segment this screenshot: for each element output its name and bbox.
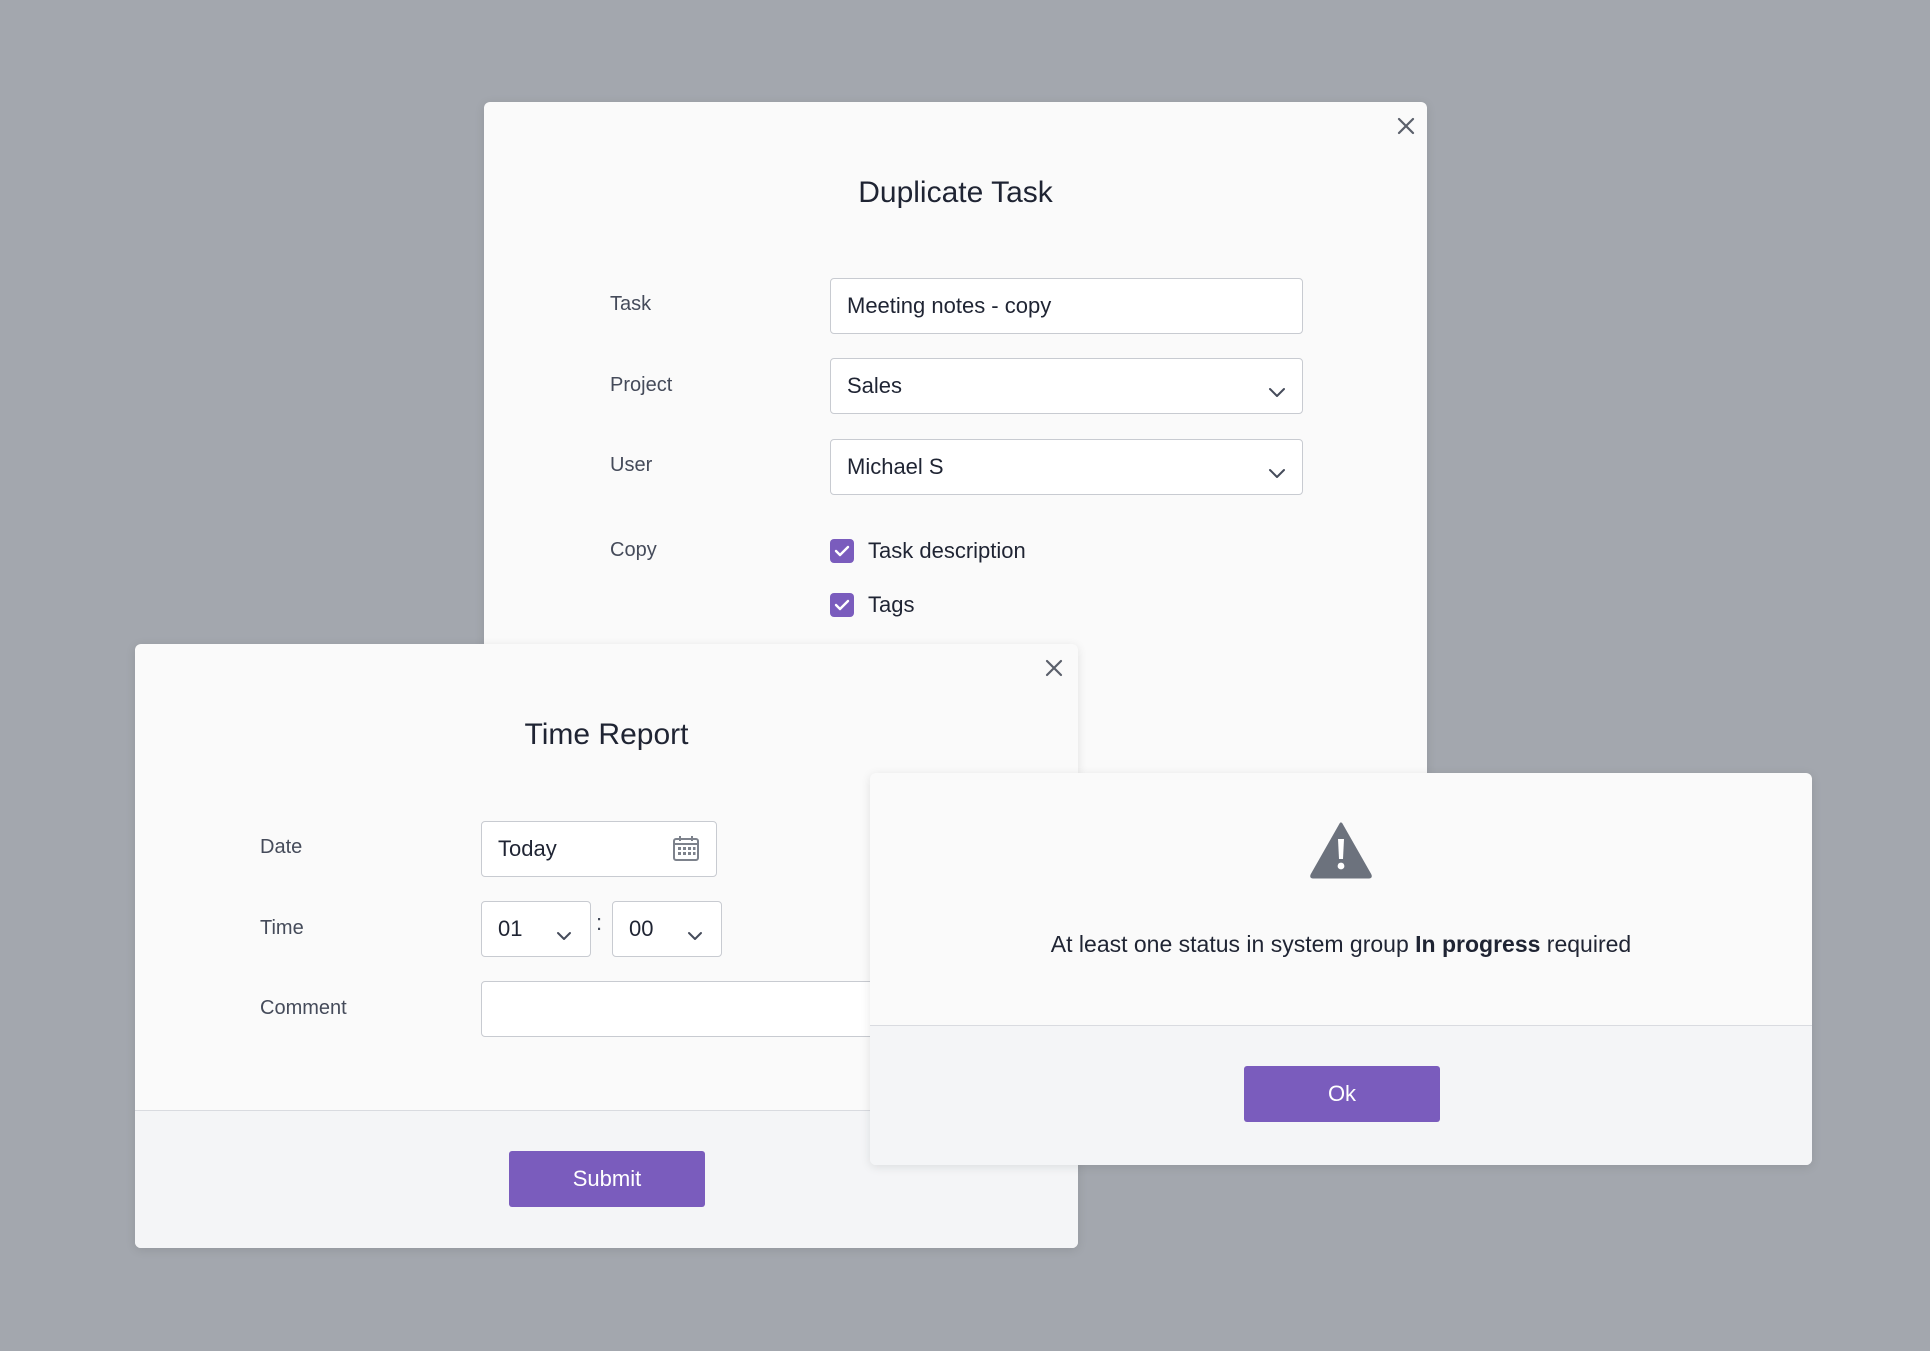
hours-value: 01 [498, 916, 523, 941]
user-select[interactable]: Michael S [830, 439, 1303, 495]
user-label: User [610, 454, 653, 476]
alert-message: At least one status in system group In p… [870, 931, 1812, 958]
tags-checkbox[interactable] [830, 593, 854, 617]
project-value: Sales [847, 373, 903, 398]
alert-message-suffix: required [1540, 931, 1632, 957]
task-description-checkbox[interactable] [830, 539, 854, 563]
chevron-down-icon [1268, 379, 1286, 405]
tags-label: Tags [868, 592, 915, 617]
date-input[interactable]: Today [481, 821, 717, 877]
warning-icon [1309, 821, 1373, 884]
task-name-value: Meeting notes - copy [847, 293, 1052, 318]
ok-button[interactable]: Ok [1244, 1066, 1440, 1122]
submit-button[interactable]: Submit [509, 1151, 705, 1207]
close-icon[interactable] [1394, 114, 1418, 138]
project-label: Project [610, 374, 673, 396]
chevron-down-icon [687, 922, 703, 948]
chevron-down-icon [1268, 460, 1286, 486]
dialog-title: Duplicate Task [858, 176, 1053, 209]
alert-dialog: At least one status in system group In p… [870, 773, 1812, 1165]
time-separator: : [596, 910, 603, 935]
task-label: Task [610, 293, 652, 315]
dialog-footer: Ok [870, 1025, 1812, 1165]
calendar-icon[interactable] [672, 834, 700, 868]
chevron-down-icon [556, 922, 572, 948]
alert-message-prefix: At least one status in system group [1050, 931, 1416, 957]
comment-label: Comment [260, 997, 347, 1019]
dialog-title: Time Report [524, 718, 689, 751]
copy-label: Copy [610, 539, 657, 561]
user-value: Michael S [847, 454, 944, 479]
project-select[interactable]: Sales [830, 358, 1303, 414]
alert-message-status: In progress [1415, 931, 1541, 957]
date-value: Today [498, 836, 557, 861]
hours-select[interactable]: 01 [481, 901, 591, 957]
minutes-select[interactable]: 00 [612, 901, 722, 957]
task-description-label: Task description [868, 538, 1026, 563]
date-label: Date [260, 836, 303, 858]
close-icon[interactable] [1042, 656, 1066, 680]
task-name-input[interactable]: Meeting notes - copy [830, 278, 1303, 334]
minutes-value: 00 [629, 916, 654, 941]
time-label: Time [260, 917, 304, 939]
